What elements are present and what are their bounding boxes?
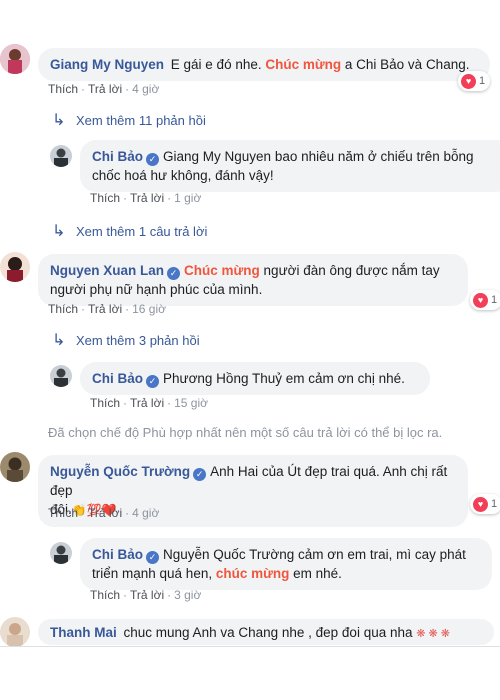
verified-icon: ✓ — [146, 375, 160, 388]
comment-actions: Thích · Trả lời · 16 giờ — [48, 302, 166, 316]
reply-arrow-icon: ↳ — [52, 332, 66, 349]
reaction-count: 1 — [491, 294, 498, 306]
avatar[interactable] — [0, 252, 30, 282]
avatar[interactable] — [0, 44, 30, 74]
comment-text: E gái e đó nhe. — [170, 57, 266, 72]
comment-bubble: Thanh Mai chuc mung Anh va Chang nhe , đ… — [38, 619, 494, 645]
verified-icon: ✓ — [146, 551, 160, 564]
comment-text: chuc mung Anh va Chang nhe , đep đoi qua… — [123, 625, 413, 640]
like-link[interactable]: Thích — [48, 302, 78, 316]
like-link[interactable]: Thích — [90, 396, 120, 410]
view-more-label[interactable]: Xem thêm 3 phản hồi — [76, 333, 200, 348]
heart-icon: ♥ — [473, 292, 488, 308]
comment-text: triển mạnh quá hen, — [92, 566, 216, 581]
verified-icon: ✓ — [193, 468, 207, 481]
comment-text: người đàn ông được nắm tay — [259, 263, 440, 278]
reply-bubble: Chi Bảo ✓ Nguyễn Quốc Trường cảm ơn em tra… — [80, 538, 492, 590]
heart-icon: ♥ — [473, 496, 488, 512]
reply-link[interactable]: Trả lời — [88, 506, 122, 520]
comment-time[interactable]: 4 giờ — [132, 506, 159, 520]
avatar[interactable] — [0, 452, 30, 482]
keyword-highlight: Chúc mừng — [265, 57, 342, 72]
comment-actions: Thích · Trả lời · 1 giờ — [90, 191, 202, 205]
comment-text: người phụ nữ hạnh phúc của mình. — [50, 282, 263, 297]
view-more-label[interactable]: Xem thêm 11 phản hồi — [76, 113, 206, 128]
avatar[interactable] — [50, 145, 72, 167]
reply-link[interactable]: Trả lời — [130, 396, 164, 410]
comment-time[interactable]: 1 giờ — [174, 191, 201, 205]
reply-arrow-icon: ↳ — [52, 112, 66, 129]
view-more-replies[interactable]: ↳ Xem thêm 11 phản hồi — [52, 110, 206, 130]
reply-link[interactable]: Trả lời — [130, 588, 164, 602]
comment-author[interactable]: Chi Bảo — [92, 547, 143, 562]
filter-notice: Đã chọn chế độ Phù hợp nhất nên một số c… — [48, 425, 443, 440]
comment-actions: Thích · Trả lời · 4 giờ — [48, 82, 160, 96]
comment-author[interactable]: Thanh Mai — [50, 625, 117, 640]
comment-text: a Chi Bảo và Chang. — [341, 57, 470, 72]
reaction-badge[interactable]: ♥ 1 — [470, 494, 500, 514]
comment-time[interactable]: 3 giờ — [174, 588, 201, 602]
reply-link[interactable]: Trả lời — [130, 191, 164, 205]
reply-bubble: Chi Bảo ✓ Phương Hồng Thuỷ em cảm ơn chị n… — [80, 362, 430, 395]
comment-actions: Thích · Trả lời · 4 giờ — [48, 506, 160, 520]
emoji-group: ❋ ❋ ❋ — [416, 628, 451, 640]
verified-icon: ✓ — [146, 153, 160, 166]
reaction-badge[interactable]: ♥ 1 — [470, 290, 500, 310]
keyword-highlight: chúc mừng — [215, 566, 290, 581]
comment-actions: Thích · Trả lời · 3 giờ — [90, 588, 202, 602]
reply-link[interactable]: Trả lời — [88, 302, 122, 316]
comment-author[interactable]: Chi Bảo — [92, 149, 143, 164]
comment-author[interactable]: Nguyễn Quốc Trường — [50, 464, 190, 479]
comment-author[interactable]: Nguyen Xuan Lan — [50, 263, 164, 278]
avatar[interactable] — [50, 365, 72, 387]
view-more-replies[interactable]: ↳ Xem thêm 1 câu trả lời — [52, 221, 207, 241]
like-link[interactable]: Thích — [48, 506, 78, 520]
reaction-count: 1 — [491, 498, 498, 510]
comment-actions: Thích · Trả lời · 15 giờ — [90, 396, 208, 410]
comment-time[interactable]: 4 giờ — [132, 82, 159, 96]
comment-time[interactable]: 16 giờ — [132, 302, 166, 316]
comment-bubble: Nguyen Xuan Lan ✓ Chúc mừng người đàn ông … — [38, 254, 468, 306]
reply-link[interactable]: Trả lời — [88, 82, 122, 96]
like-link[interactable]: Thích — [90, 191, 120, 205]
comment-author[interactable]: Chi Bảo — [92, 371, 143, 386]
comment-text: Phương Hồng Thuỷ em cảm ơn chị nhé. — [163, 371, 405, 386]
reply-bubble: Chi Bảo ✓ Giang My Nguyen bao nhiêu năm ở … — [80, 140, 500, 192]
comment-bubble: Giang My Nguyen E gái e đó nhe. Chúc mừn… — [38, 48, 490, 81]
comment-text: Nguyễn Quốc Trường cảm ơn em trai, mì ca… — [163, 547, 466, 562]
heart-icon: ♥ — [461, 73, 476, 89]
keyword-highlight: Chúc mừng — [184, 263, 260, 278]
reaction-count: 1 — [479, 75, 486, 87]
comment-time[interactable]: 15 giờ — [174, 396, 208, 410]
comment-author[interactable]: Giang My Nguyen — [50, 57, 164, 72]
bottom-divider — [0, 646, 500, 647]
comment-text: chốc hoá hư không, đánh vậy! — [92, 168, 274, 183]
view-more-replies[interactable]: ↳ Xem thêm 3 phản hồi — [52, 330, 200, 350]
avatar[interactable] — [0, 617, 30, 647]
comment-text: em nhé. — [289, 566, 342, 581]
view-more-label[interactable]: Xem thêm 1 câu trả lời — [76, 224, 207, 239]
comment-text: Giang My Nguyen bao nhiêu năm ở chiếu tr… — [163, 149, 474, 164]
like-link[interactable]: Thích — [90, 588, 120, 602]
like-link[interactable]: Thích — [48, 82, 78, 96]
avatar[interactable] — [50, 542, 72, 564]
verified-icon: ✓ — [167, 267, 181, 280]
reaction-badge[interactable]: ♥ 1 — [458, 71, 491, 91]
reply-arrow-icon: ↳ — [52, 223, 66, 240]
